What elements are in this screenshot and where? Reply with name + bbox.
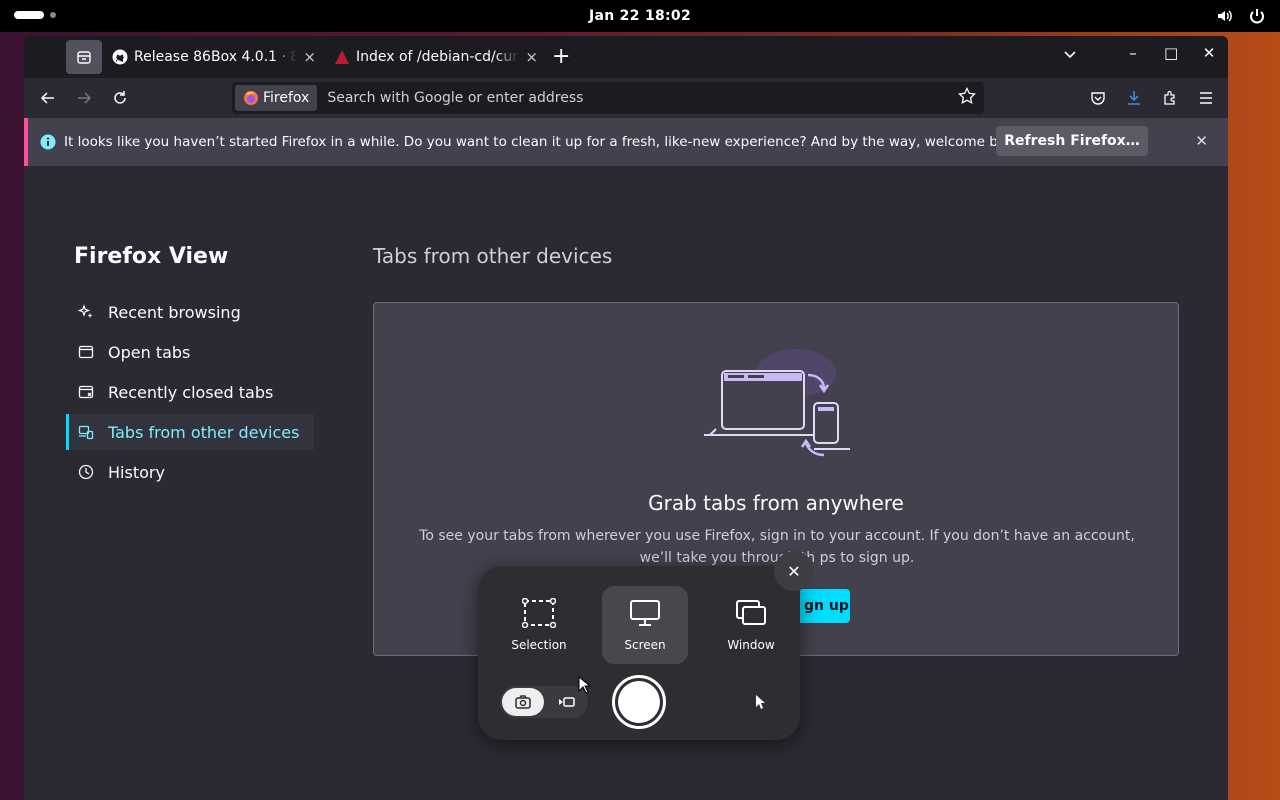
notification-bar: It looks like you haven’t started Firefo… [24,118,1228,166]
browser-window-icon [78,345,94,359]
refresh-firefox-button[interactable]: Refresh Firefox… [996,126,1148,156]
tab-86box[interactable]: Release 86Box 4.0.1 · 86B × [102,40,324,74]
pocket-icon [1091,92,1105,105]
firefox-view-icon [77,51,91,64]
url-input[interactable]: Search with Google or enter address [327,90,958,106]
puzzle-icon [1164,90,1175,105]
activities-button[interactable] [14,11,56,19]
workspace-indicator-active [14,11,44,19]
minimize-button[interactable]: – [1126,44,1140,62]
info-icon [40,134,56,150]
app-menu-button[interactable] [1196,84,1216,112]
sidebar-item-label: Recent browsing [108,302,241,322]
selection-mode-button[interactable]: Selection [496,586,582,664]
sidebar-item-tabs-from-other-devices[interactable]: Tabs from other devices [66,414,314,450]
list-all-tabs-button[interactable] [1062,46,1078,66]
window-controls: – □ ✕ [1126,44,1216,62]
sidebar-item-recently-closed-tabs[interactable]: Recently closed tabs [66,374,314,410]
tab-title: Index of /debian-cd/curre [356,49,520,65]
window-mode-button[interactable]: Window [708,586,794,664]
video-icon [559,697,575,707]
hamburger-icon [1200,92,1212,104]
sidebar-item-label: Tabs from other devices [108,422,300,442]
close-screenshot-button[interactable]: ✕ [774,551,814,591]
sign-up-button[interactable]: gn up [798,589,850,623]
clock[interactable]: Jan 22 18:02 [589,8,691,24]
url-bar[interactable]: Firefox Search with Google or enter addr… [232,82,984,114]
workspace-indicator [50,12,56,18]
reload-button[interactable] [102,83,138,113]
monitor-icon [630,600,660,626]
section-title: Tabs from other devices [373,244,613,268]
downloads-button[interactable] [1124,84,1144,112]
firefox-logo-icon [244,91,258,105]
close-window-button[interactable]: ✕ [1202,44,1216,62]
tab-close-button[interactable]: × [525,48,538,66]
notification-message: It looks like you haven’t started Firefo… [64,134,1027,150]
mode-label: Selection [511,638,567,652]
screenshot-screencast-toggle [500,686,588,718]
sidebar-item-open-tabs[interactable]: Open tabs [66,334,314,370]
mouse-cursor-icon [578,676,590,694]
page-title: Firefox View [74,244,229,269]
mode-label: Window [727,638,775,652]
sidebar-item-recent-browsing[interactable]: Recent browsing [66,294,314,330]
clock-icon [78,464,94,480]
nav-bar: Firefox Search with Google or enter addr… [24,78,1228,118]
closed-tab-icon [78,385,94,399]
pocket-button[interactable] [1088,84,1108,112]
download-icon [1128,91,1140,105]
sidebar-nav: Recent browsing Open tabs Recently close… [66,294,314,494]
capture-button-inner [618,681,660,723]
extensions-button[interactable] [1160,84,1180,112]
arrow-left-icon [40,92,54,104]
star-icon [958,86,976,105]
close-icon: ✕ [787,561,801,581]
power-icon [1250,9,1264,24]
arrow-right-icon [78,92,92,104]
chevron-down-icon [1064,51,1076,59]
sidebar-item-label: Open tabs [108,342,191,362]
show-pointer-toggle[interactable] [754,694,768,714]
identity-label: Firefox [263,90,310,106]
capture-button[interactable] [612,675,666,729]
sidebar-item-history[interactable]: History [66,454,314,490]
screen-mode-button[interactable]: Screen [602,586,688,664]
gnome-top-bar: Jan 22 18:02 [0,0,1280,32]
pointer-icon [756,695,765,709]
firefox-view-button[interactable] [66,40,102,74]
screenshot-panel: Selection Screen Window [478,566,800,740]
maximize-button[interactable]: □ [1164,44,1178,62]
sidebar-item-label: Recently closed tabs [108,382,274,402]
forward-button[interactable] [66,83,102,113]
volume-icon [1218,10,1232,22]
camera-icon [515,695,531,709]
github-icon [112,49,128,65]
new-tab-button[interactable]: + [552,46,570,68]
tab-strip: Release 86Box 4.0.1 · 86B × Index of /de… [24,36,1228,78]
tab-title: Release 86Box 4.0.1 · 86B [134,49,298,65]
mode-label: Screen [624,638,666,652]
system-menu[interactable] [1216,7,1266,25]
capture-mode-selector: Selection Screen Window [496,586,794,664]
devices-illustration-icon [704,349,850,457]
close-notification-button[interactable]: ✕ [1195,132,1208,150]
back-button[interactable] [30,83,66,113]
selection-icon [522,598,556,628]
bookmark-star-button[interactable] [958,86,976,109]
tab-debian[interactable]: Index of /debian-cd/curre × [324,40,546,74]
reload-icon [114,91,126,104]
devices-icon [78,425,94,440]
tab-close-button[interactable]: × [303,48,316,66]
toolbar-buttons [1088,84,1216,112]
sparkle-icon [78,304,93,318]
debian-icon [335,50,349,64]
identity-box[interactable]: Firefox [235,85,318,111]
window-icon [736,600,766,625]
card-heading: Grab tabs from anywhere [648,491,904,515]
sidebar-item-label: History [108,462,165,482]
screenshot-toggle-button[interactable] [502,688,544,716]
